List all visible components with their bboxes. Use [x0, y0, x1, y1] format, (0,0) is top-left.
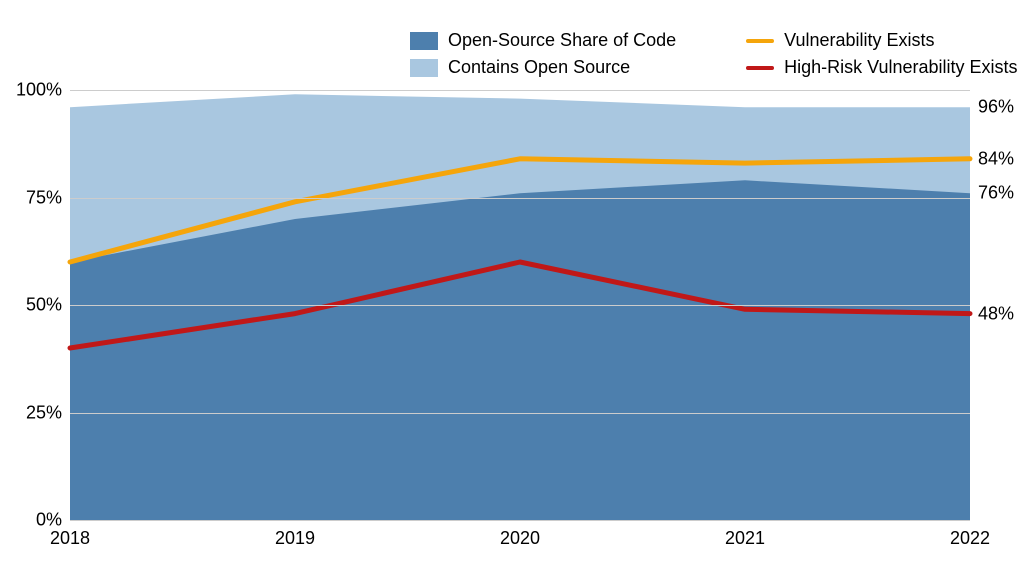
legend-swatch-line-icon [746, 39, 774, 43]
y-axis-tick-label: 75% [26, 187, 62, 208]
legend-col-2: Vulnerability Exists High-Risk Vulnerabi… [746, 30, 1017, 78]
y-gridline [70, 90, 970, 91]
x-axis-tick-label: 2020 [500, 528, 540, 549]
x-axis-tick-label: 2021 [725, 528, 765, 549]
x-axis-tick-label: 2019 [275, 528, 315, 549]
legend-item-oss-share: Open-Source Share of Code [410, 30, 676, 51]
y-gridline [70, 413, 970, 414]
legend-label: Vulnerability Exists [784, 30, 934, 51]
legend-item-contains-oss: Contains Open Source [410, 57, 676, 78]
end-value-label: 96% [978, 97, 1014, 118]
y-axis-tick-label: 50% [26, 295, 62, 316]
legend-item-high-risk: High-Risk Vulnerability Exists [746, 57, 1017, 78]
legend-label: Contains Open Source [448, 57, 630, 78]
legend-label: Open-Source Share of Code [448, 30, 676, 51]
plot-area: 0%25%50%75%100%2018201920202021202296%84… [70, 90, 970, 520]
x-axis-tick-label: 2018 [50, 528, 90, 549]
y-gridline [70, 305, 970, 306]
legend-swatch-area-icon [410, 32, 438, 50]
legend: Open-Source Share of Code Contains Open … [410, 30, 1018, 78]
y-axis-tick-label: 25% [26, 402, 62, 423]
legend-swatch-line-icon [746, 66, 774, 70]
end-value-label: 84% [978, 148, 1014, 169]
y-gridline [70, 198, 970, 199]
end-value-label: 48% [978, 303, 1014, 324]
y-axis-tick-label: 100% [16, 80, 62, 101]
legend-swatch-area-icon [410, 59, 438, 77]
y-gridline [70, 520, 970, 521]
legend-item-vuln: Vulnerability Exists [746, 30, 1017, 51]
end-value-label: 76% [978, 183, 1014, 204]
chart-container: Open-Source Share of Code Contains Open … [0, 0, 1024, 570]
x-axis-tick-label: 2022 [950, 528, 990, 549]
legend-col-1: Open-Source Share of Code Contains Open … [410, 30, 676, 78]
legend-label: High-Risk Vulnerability Exists [784, 57, 1017, 78]
